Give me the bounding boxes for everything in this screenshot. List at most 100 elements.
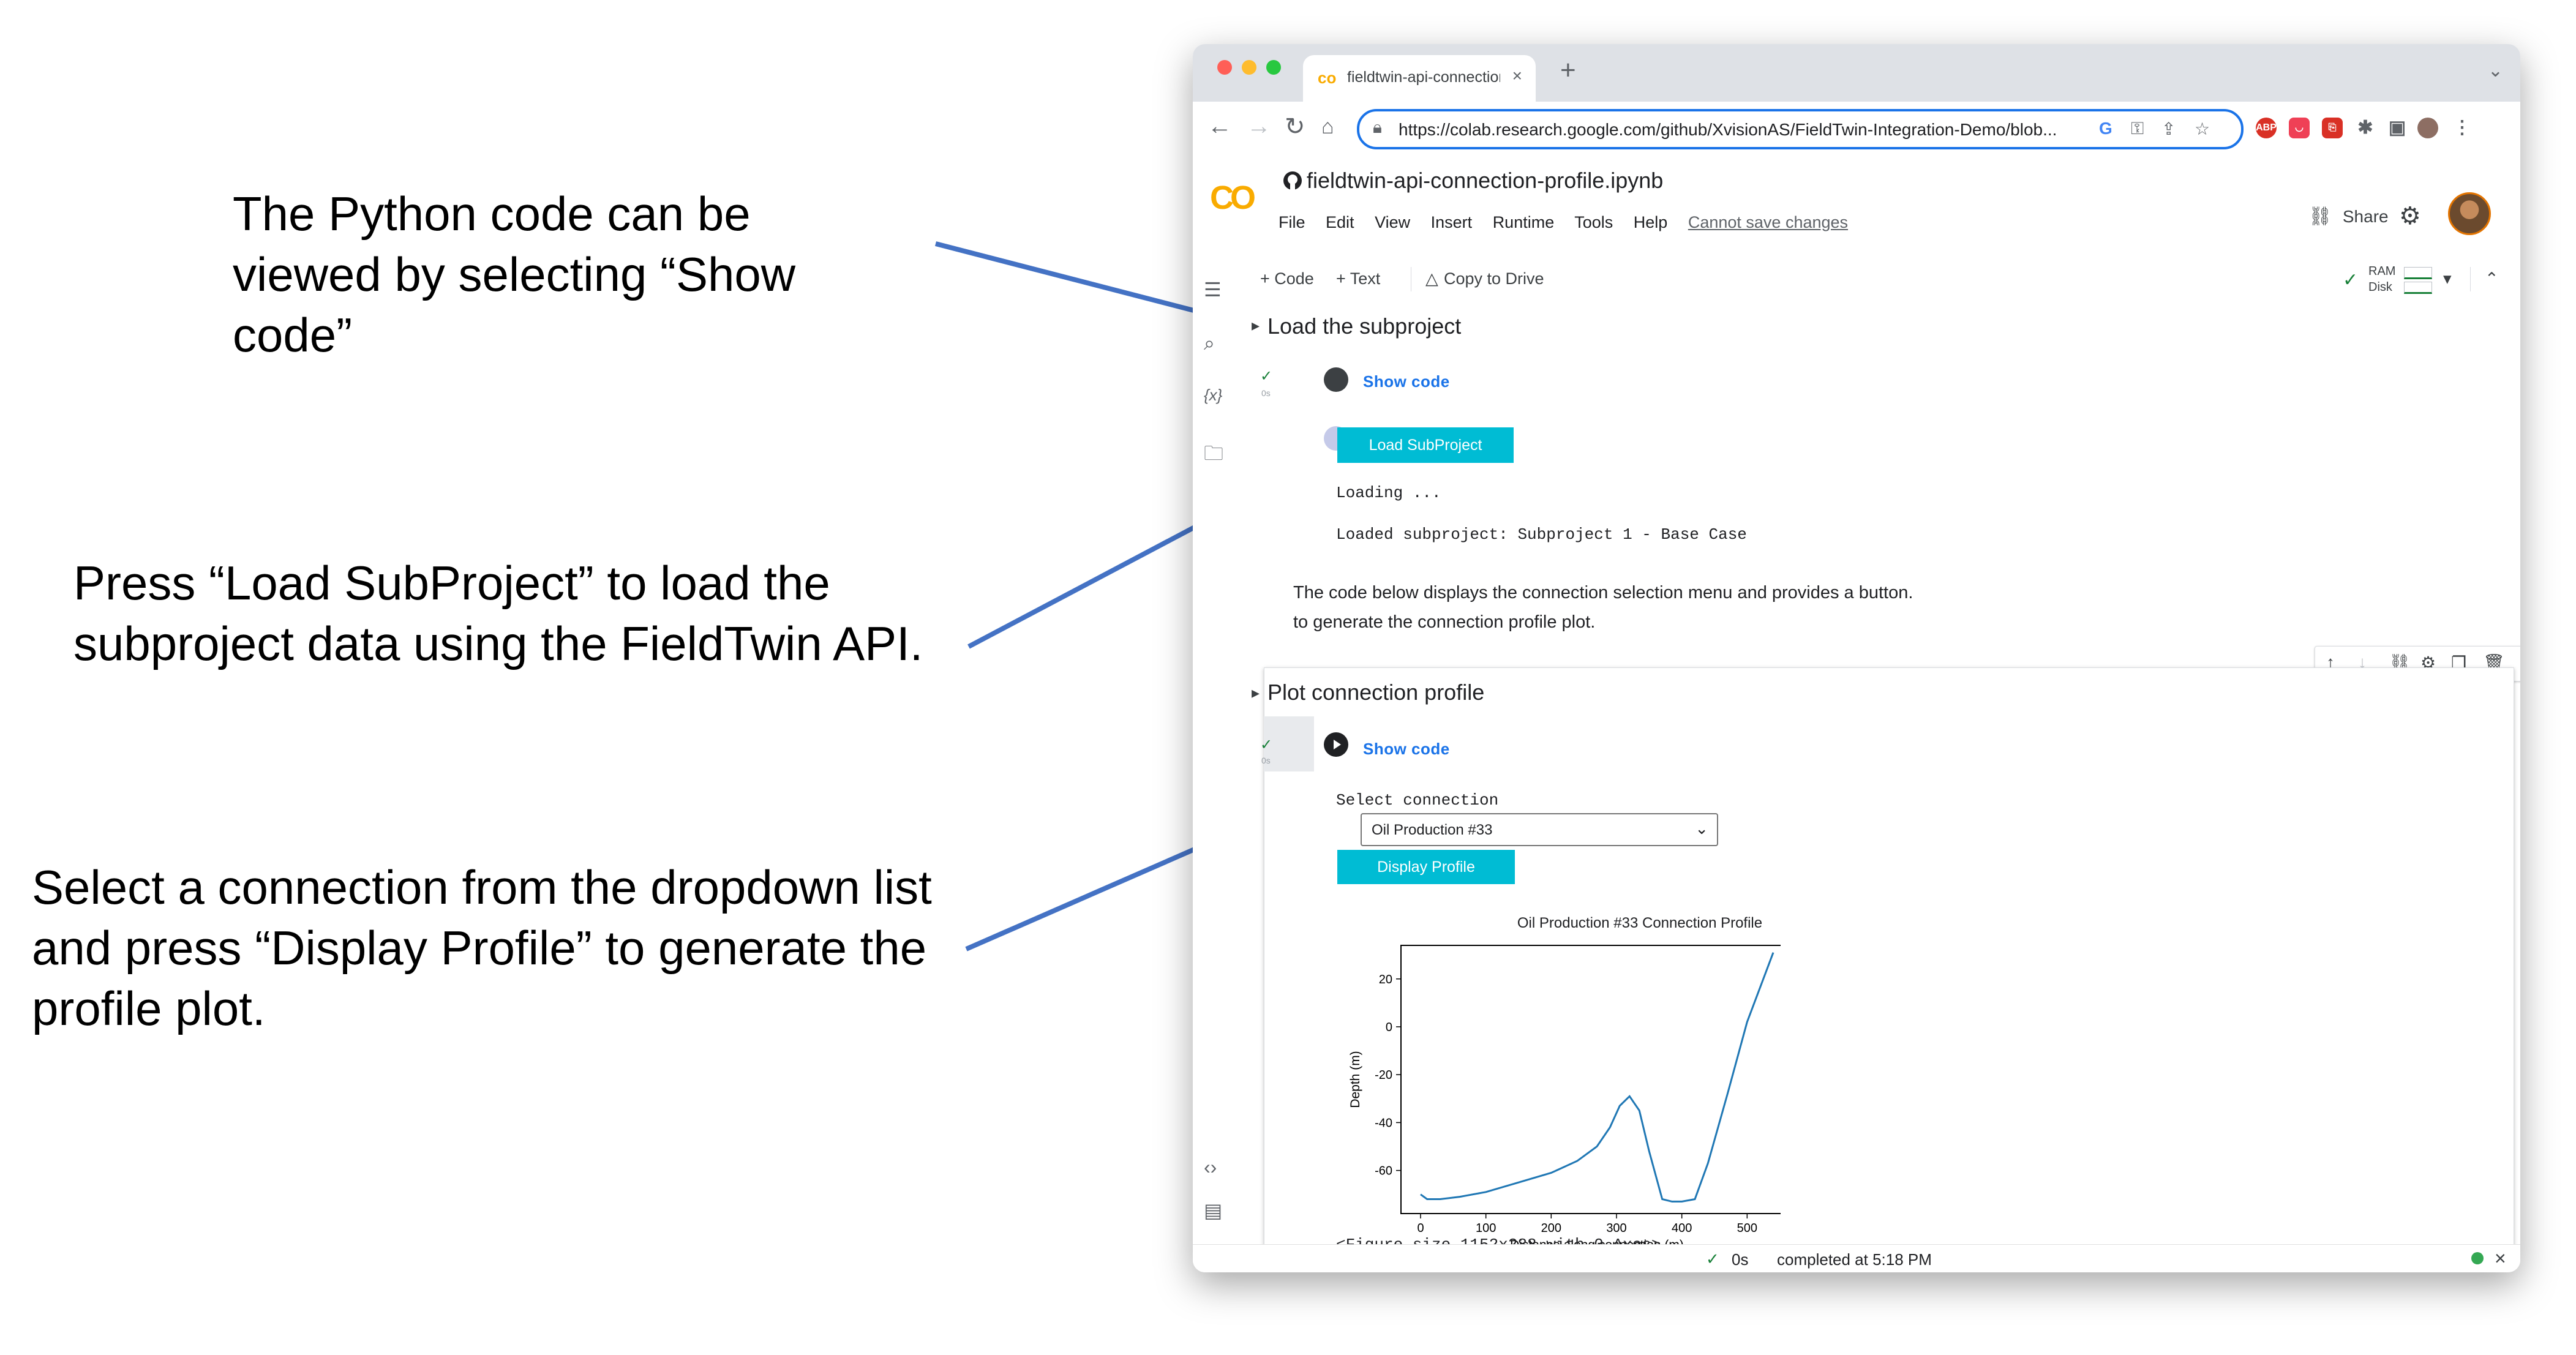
colab-header: CO fieldtwin-api-connection-profile.ipyn… [1193, 154, 2520, 259]
status-bar: ✓ 0s completed at 5:18 PM × [1193, 1244, 2520, 1272]
close-status-icon[interactable]: × [2495, 1247, 2506, 1270]
y-tick-label: -60 [1375, 1165, 1392, 1178]
colab-favicon-icon: co [1318, 69, 1337, 87]
play-icon [1334, 740, 1341, 749]
share-button[interactable]: ⛓︎ Share [2308, 206, 2389, 227]
y-tick-label: -40 [1375, 1116, 1392, 1130]
settings-gear-icon[interactable]: ⚙︎ [2399, 202, 2421, 230]
notebook-title[interactable]: fieldtwin-api-connection-profile.ipynb [1307, 168, 1663, 193]
tab-bar: co fieldtwin-api-connection-profi × + ⌄ [1193, 44, 2520, 102]
ram-meter [2404, 267, 2432, 279]
url-text[interactable]: https://colab.research.google.com/github… [1399, 120, 2097, 140]
close-window-button[interactable] [1217, 60, 1232, 75]
notebook-body: ▸ Load the subproject ✓ 0s Show code Loa… [1242, 300, 2520, 1272]
section-heading-plot: Plot connection profile [1267, 680, 1485, 705]
cell1-run-button[interactable] [1324, 367, 1348, 392]
profile-avatar-icon[interactable] [2417, 118, 2438, 138]
home-icon[interactable]: ⌂ [1321, 115, 1334, 139]
menu-insert[interactable]: Insert [1431, 213, 1473, 231]
chevron-down-icon: ⌄ [1695, 819, 1708, 838]
search-icon[interactable]: ⌕ [1204, 332, 1215, 355]
connected-check-icon: ✓ [2343, 270, 2359, 290]
table-of-contents-icon[interactable]: ☰ [1204, 278, 1222, 301]
profile-chart-title: Oil Production #33 Connection Profile [1517, 915, 1763, 931]
back-icon[interactable]: ← [1207, 113, 1232, 140]
menu-runtime[interactable]: Runtime [1493, 213, 1555, 231]
browser-tab[interactable]: co fieldtwin-api-connection-profi × [1303, 55, 1536, 102]
add-code-button[interactable]: + Code [1260, 269, 1314, 288]
cell-more-icon[interactable]: ⋮ [2515, 653, 2520, 673]
x-tick-label: 0 [1417, 1222, 1424, 1235]
bookmark-star-icon[interactable]: ☆ [2195, 119, 2210, 139]
text-cell-line-2: to generate the connection profile plot. [1293, 612, 1596, 632]
status-completed: completed at 5:18 PM [1777, 1250, 1932, 1269]
minimize-window-button[interactable] [1242, 60, 1256, 75]
google-lens-icon[interactable]: G [2099, 119, 2112, 138]
copy-to-drive-button[interactable]: Copy to Drive [1444, 269, 1544, 288]
display-profile-button[interactable]: Display Profile [1337, 850, 1515, 884]
key-icon[interactable]: ⚿ [2131, 119, 2144, 139]
add-text-button[interactable]: + Text [1336, 269, 1380, 288]
x-tick-label: 500 [1737, 1222, 1757, 1235]
cell1-success-check-icon: ✓ [1260, 368, 1273, 385]
tab-title: fieldtwin-api-connection-profi [1347, 69, 1500, 86]
reload-icon[interactable]: ↻ [1285, 113, 1305, 141]
menu-edit[interactable]: Edit [1326, 213, 1354, 231]
section-collapse-caret-icon[interactable]: ▸ [1252, 316, 1260, 335]
files-folder-icon[interactable]: 🗀︎ [1204, 440, 1223, 473]
text-cell-line-1: The code below displays the connection s… [1293, 583, 1913, 602]
new-tab-button[interactable]: + [1560, 55, 1576, 86]
sidebar-icon[interactable]: ▣ [2387, 118, 2408, 138]
collapse-header-icon[interactable]: ⌃ [2485, 269, 2499, 288]
show-code-link-1[interactable]: Show code [1363, 372, 1450, 391]
output-loaded-subproject: Loaded subproject: Subproject 1 - Base C… [1336, 525, 1747, 544]
select-connection-label: Select connection [1336, 791, 1499, 809]
colab-logo[interactable]: CO [1210, 179, 1256, 217]
tab-close-icon[interactable]: × [1512, 66, 1522, 86]
lock-icon: 🔒︎ [1373, 118, 1382, 137]
maximize-window-button[interactable] [1266, 60, 1281, 75]
pdf-icon[interactable]: ⎘ [2322, 118, 2343, 138]
address-bar[interactable]: 🔒︎ https://colab.research.google.com/git… [1357, 109, 2244, 149]
load-subproject-button[interactable]: Load SubProject [1337, 427, 1514, 463]
profile-line [1420, 952, 1774, 1203]
section-heading-load: Load the subproject [1267, 313, 1462, 339]
cannot-save-changes-link[interactable]: Cannot save changes [1688, 213, 1848, 231]
command-palette-icon[interactable]: ▤ [1204, 1199, 1222, 1222]
share-page-icon[interactable]: ⇪ [2161, 119, 2176, 139]
pocket-icon[interactable]: ◡ [2289, 118, 2310, 138]
extensions-puzzle-icon[interactable]: ✱ [2355, 118, 2376, 138]
annotation-show-code: The Python code can be viewed by selecti… [233, 187, 796, 362]
status-check-icon: ✓ [1706, 1250, 1719, 1268]
code-snippets-icon[interactable]: ‹› [1204, 1156, 1217, 1179]
forward-icon[interactable]: → [1247, 113, 1271, 140]
runtime-dropdown-icon[interactable]: ▾ [2443, 269, 2452, 288]
menu-help[interactable]: Help [1634, 213, 1668, 231]
y-tick-label: -20 [1375, 1068, 1392, 1082]
notebook-toolbar: + Code + Text △ Copy to Drive ✓ RAM Disk… [1242, 258, 2520, 301]
menu-tools[interactable]: Tools [1574, 213, 1613, 231]
connection-select[interactable]: Oil Production #33 ⌄ [1361, 813, 1718, 846]
y-axis-label: Depth (m) [1348, 1051, 1362, 1108]
profile-chart: 0 100 200 300 400 500200-20-40-60Distance alo… [1348, 945, 1781, 1249]
menu-file[interactable]: File [1279, 213, 1305, 231]
plot-frame [1400, 945, 1781, 1214]
variables-icon[interactable]: {x} [1204, 386, 1222, 405]
output-loading: Loading ... [1336, 484, 1441, 502]
browser-window: co fieldtwin-api-connection-profi × + ⌄ … [1193, 44, 2520, 1272]
user-avatar[interactable] [2448, 192, 2491, 235]
annotation-load-subproject: Press “Load SubProject” to load the subp… [73, 556, 923, 670]
browser-menu-icon[interactable]: ⋮ [2452, 118, 2473, 138]
ram-label: RAM [2368, 265, 2396, 278]
menu-view[interactable]: View [1375, 213, 1410, 231]
resources-indicator[interactable]: RAM Disk [2368, 263, 2395, 295]
y-tick-label: 0 [1386, 1021, 1392, 1034]
adblock-icon[interactable]: ABP [2256, 118, 2277, 138]
toolbar-divider-right [2470, 267, 2471, 291]
tab-search-chevron-icon[interactable]: ⌄ [2488, 60, 2503, 81]
section2-collapse-caret-icon[interactable]: ▸ [1252, 683, 1260, 702]
show-code-link-2[interactable]: Show code [1363, 740, 1450, 759]
disk-meter [2404, 282, 2432, 294]
x-tick-label: 300 [1606, 1222, 1626, 1235]
cell2-run-button[interactable] [1324, 732, 1348, 757]
